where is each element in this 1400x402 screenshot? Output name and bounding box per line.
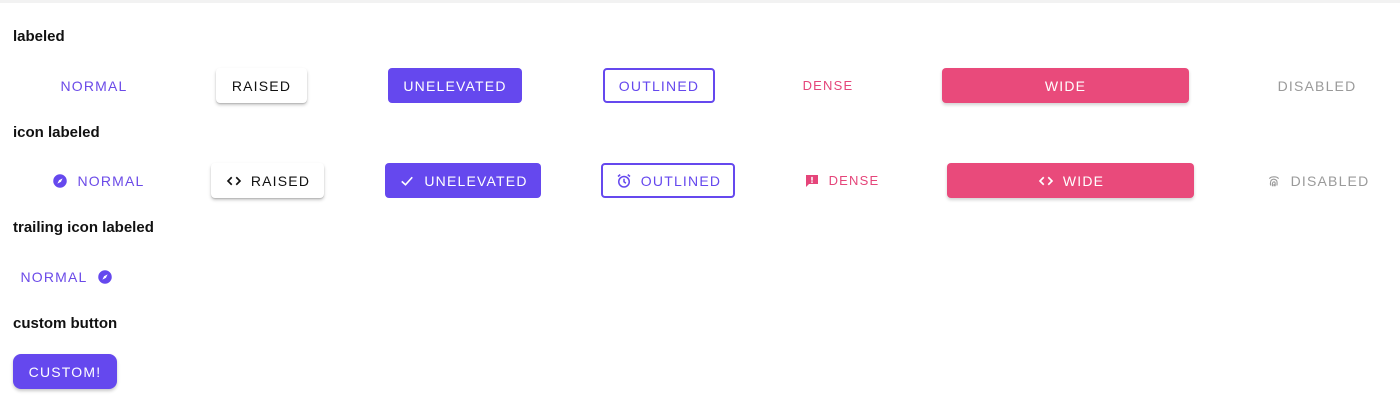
icon-labeled-dense-button[interactable]: DENSE — [795, 165, 887, 196]
section-title-icon-labeled: icon labeled — [13, 124, 100, 141]
button-label: NORMAL — [20, 269, 88, 285]
labeled-unelevated-button[interactable]: UNELEVATED — [388, 68, 522, 103]
icon-labeled-raised-button[interactable]: RAISED — [211, 163, 324, 198]
fingerprint-icon — [1265, 172, 1283, 190]
icon-labeled-outlined-button[interactable]: OUTLINED — [601, 163, 735, 198]
alarm-icon — [615, 172, 633, 190]
button-label: DENSE — [828, 173, 880, 188]
explore-icon — [96, 268, 114, 286]
icon-labeled-unelevated-button[interactable]: UNELEVATED — [385, 163, 541, 198]
section-title-trailing-icon-labeled: trailing icon labeled — [13, 219, 154, 236]
button-label: NORMAL — [60, 78, 128, 94]
button-label: WIDE — [1062, 172, 1105, 189]
icon-labeled-wide-button[interactable]: WIDE — [947, 163, 1194, 198]
section-title-labeled: labeled — [13, 28, 65, 45]
check-icon — [398, 172, 416, 190]
icon-labeled-normal-button[interactable]: NORMAL — [42, 163, 154, 199]
button-label: UNELEVATED — [403, 77, 507, 94]
icon-labeled-disabled-button: DISABLED — [1253, 163, 1381, 199]
labeled-outlined-button[interactable]: OUTLINED — [603, 68, 715, 103]
labeled-normal-button[interactable]: NORMAL — [44, 68, 144, 104]
button-label: UNELEVATED — [424, 172, 528, 189]
labeled-disabled-button: DISABLED — [1262, 68, 1372, 104]
button-label: DISABLED — [1277, 78, 1357, 94]
button-label: DENSE — [802, 77, 854, 93]
top-divider — [0, 0, 1400, 3]
button-label: RAISED — [231, 77, 292, 94]
code-icon — [225, 172, 243, 190]
button-label: WIDE — [1044, 77, 1087, 94]
feedback-icon — [803, 172, 821, 190]
code-icon — [1037, 172, 1055, 190]
button-label: NORMAL — [77, 173, 145, 189]
custom-button[interactable]: CUSTOM! — [13, 354, 117, 389]
labeled-dense-button[interactable]: DENSE — [795, 70, 861, 100]
button-label: OUTLINED — [640, 172, 722, 189]
section-title-custom-button: custom button — [13, 315, 118, 332]
button-label: DISABLED — [1290, 173, 1370, 189]
explore-icon — [51, 172, 69, 190]
button-label: OUTLINED — [618, 77, 700, 94]
labeled-wide-button[interactable]: WIDE — [942, 68, 1189, 103]
labeled-raised-button[interactable]: RAISED — [216, 68, 307, 103]
trailing-icon-normal-button[interactable]: NORMAL — [11, 259, 123, 295]
button-label: CUSTOM! — [28, 363, 102, 380]
button-label: RAISED — [250, 172, 311, 189]
